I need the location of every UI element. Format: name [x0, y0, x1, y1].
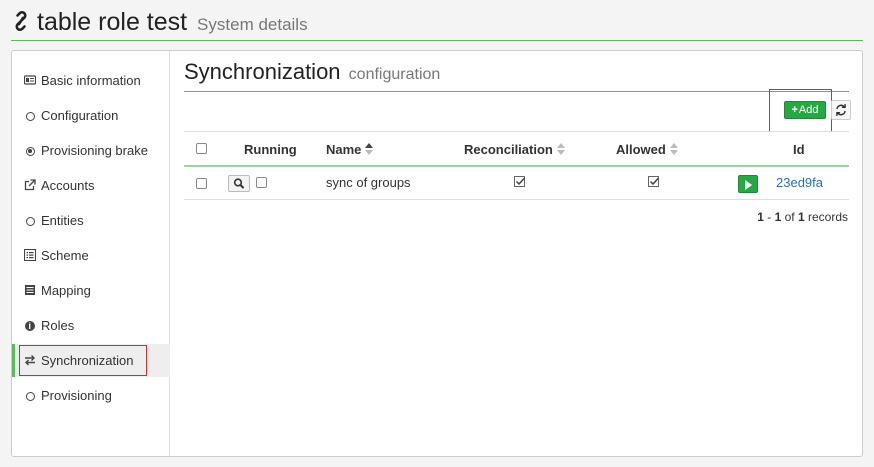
sync-id-link[interactable]: 23ed9fa: [776, 175, 823, 190]
page-title: table role test System details: [37, 8, 308, 39]
column-header-allowed[interactable]: Allowed: [616, 142, 679, 157]
circle-icon: [26, 217, 35, 226]
sidebar-item-label: Synchronization: [41, 353, 134, 368]
sidebar-item-label: Provisioning: [41, 388, 112, 403]
sidebar-item-provisioning-brake[interactable]: Provisioning brake: [12, 134, 170, 167]
section-subtitle: configuration: [348, 66, 441, 83]
sidebar-item-scheme[interactable]: Scheme: [12, 239, 170, 272]
refresh-button[interactable]: [831, 100, 851, 120]
pager-total: 1: [797, 210, 805, 224]
sidebar-item-label: Scheme: [41, 248, 89, 263]
sort-icon: [556, 143, 566, 155]
sidebar-item-configuration[interactable]: Configuration: [12, 99, 170, 132]
column-header-id: Id: [793, 142, 805, 157]
add-button-label: Add: [798, 104, 819, 116]
sidebar-item-synchronization[interactable]: Synchronization: [12, 344, 170, 377]
pager-records: records: [807, 210, 848, 224]
sync-name: sync of groups: [326, 175, 411, 190]
table-top-border: [184, 131, 849, 132]
section-divider: [184, 91, 849, 92]
sidebar-item-label: Entities: [41, 213, 84, 228]
sidebar-item-label: Basic information: [41, 73, 141, 88]
exchange-icon: [25, 355, 35, 366]
column-header-label: Name: [326, 142, 362, 157]
running-checkbox: [256, 177, 267, 188]
sidebar-item-label: Roles: [41, 318, 75, 333]
allowed-checked-icon: [648, 176, 660, 187]
detail-panel: Basic information Configuration Provisio…: [11, 50, 863, 457]
sidebar-item-mapping[interactable]: Mapping: [12, 274, 170, 307]
link-icon: [15, 11, 27, 31]
section-title: Synchronization configuration: [184, 59, 440, 85]
sidebar-item-label: Mapping: [41, 283, 91, 298]
sidebar: Basic information Configuration Provisio…: [12, 51, 170, 456]
dot-circle-icon: [26, 147, 35, 156]
table-header-divider: [184, 165, 849, 167]
pagination-summary: 1 - 1 of 1 records: [757, 210, 848, 224]
id-card-icon: [24, 75, 36, 85]
pager-to: 1: [774, 210, 782, 224]
reconciliation-checked-icon: [514, 176, 526, 187]
add-button[interactable]: +Add: [784, 101, 826, 119]
info-icon: [25, 320, 35, 332]
column-header-label: Allowed: [616, 142, 666, 157]
sidebar-item-entities[interactable]: Entities: [12, 204, 170, 237]
refresh-icon: [836, 104, 846, 116]
search-icon: [233, 178, 244, 189]
table-row-divider: [184, 199, 849, 200]
pager-from: 1: [757, 210, 764, 224]
sidebar-item-roles[interactable]: Roles: [12, 309, 170, 342]
detail-button[interactable]: [228, 175, 250, 192]
section-title-text: Synchronization: [184, 59, 341, 84]
list-icon: [25, 285, 35, 295]
select-all-checkbox[interactable]: [196, 143, 207, 154]
sort-icon: [669, 143, 679, 155]
sidebar-item-basic-information[interactable]: Basic information: [12, 64, 170, 97]
page-header: table role test System details: [11, 6, 863, 41]
row-select-checkbox[interactable]: [196, 178, 207, 189]
sidebar-item-label: Accounts: [41, 178, 95, 193]
column-header-reconciliation[interactable]: Reconciliation: [464, 142, 566, 157]
sidebar-item-label: Configuration: [41, 108, 119, 123]
sidebar-item-accounts[interactable]: Accounts: [12, 169, 170, 202]
list-alt-icon: [24, 249, 36, 261]
column-header-running: Running: [244, 142, 297, 157]
system-name: table role test: [37, 8, 188, 36]
main-content: Synchronization configuration +Add Runni…: [184, 51, 851, 456]
sidebar-item-label: Provisioning brake: [41, 143, 148, 158]
start-synchronization-button[interactable]: [738, 175, 758, 193]
column-header-label: Reconciliation: [464, 142, 553, 157]
pager-of: of: [784, 210, 795, 224]
sort-ascending-icon: [365, 143, 374, 155]
plus-icon: +: [791, 104, 798, 116]
pager-separator: -: [767, 210, 772, 224]
circle-icon: [26, 112, 35, 121]
circle-icon: [26, 392, 35, 401]
column-header-name[interactable]: Name: [326, 142, 374, 157]
page-subtitle: System details: [197, 15, 308, 34]
external-link-icon: [24, 179, 36, 191]
sidebar-item-provisioning[interactable]: Provisioning: [12, 379, 170, 412]
